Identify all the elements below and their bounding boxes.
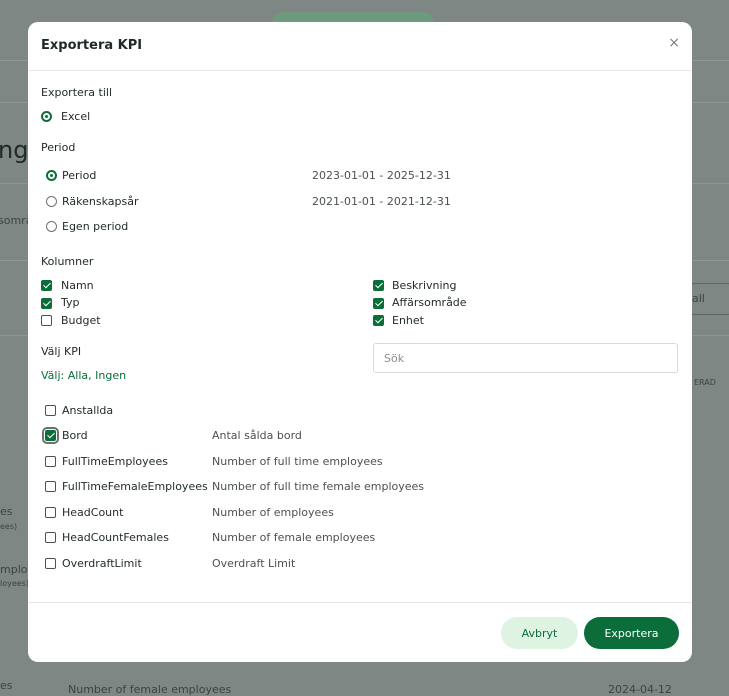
close-icon[interactable]: ×: [668, 35, 680, 51]
select-prefix: Välj:: [41, 369, 68, 382]
kpi-checkbox-headcountfemales[interactable]: [45, 532, 56, 543]
export-button[interactable]: Exportera: [584, 617, 679, 649]
excel-radio[interactable]: [41, 111, 52, 122]
fiscal-year-radio-label[interactable]: Räkenskapsår: [62, 195, 138, 208]
kpi-description: Antal sålda bord: [212, 429, 302, 442]
footer-divider: [28, 602, 692, 603]
kpi-name[interactable]: Bord: [62, 429, 88, 442]
background-text: 2024-04-12: [608, 683, 672, 696]
kpi-description: Number of female employees: [212, 531, 376, 544]
background-text: Number of female employees: [68, 683, 232, 696]
columns-label: Kolumner: [41, 255, 94, 268]
custom-period-radio-label[interactable]: Egen period: [62, 220, 128, 233]
kpi-description: Number of full time female employees: [212, 480, 425, 493]
column-type-checkbox[interactable]: [41, 298, 52, 309]
dialog-title: Exportera KPI: [41, 38, 143, 53]
dialog-header: Exportera KPI ×: [28, 22, 692, 71]
kpi-checkbox-fulltimeemployees[interactable]: [45, 456, 56, 467]
column-name-checkbox[interactable]: [41, 280, 52, 291]
export-kpi-dialog: Exportera KPI × Exportera till Excel Per…: [28, 22, 692, 662]
kpi-checkbox-headcount[interactable]: [45, 507, 56, 518]
kpi-search-input[interactable]: [373, 343, 678, 373]
kpi-name[interactable]: FullTimeEmployees: [62, 455, 168, 468]
period-radio-label[interactable]: Period: [62, 169, 96, 182]
kpi-name[interactable]: HeadCountFemales: [62, 531, 169, 544]
background-text: ERAD: [694, 378, 716, 387]
column-description-label[interactable]: Beskrivning: [392, 279, 457, 292]
period-label: Period: [41, 141, 76, 154]
column-budget-checkbox[interactable]: [41, 315, 52, 326]
kpi-description: Overdraft Limit: [212, 557, 296, 570]
kpi-checkbox-fulltimefemaleemployees[interactable]: [45, 481, 56, 492]
background-heading: ng: [0, 136, 29, 164]
cancel-button[interactable]: Avbryt: [501, 617, 578, 649]
column-unit-checkbox[interactable]: [373, 315, 384, 326]
fiscal-year-radio[interactable]: [46, 196, 57, 207]
select-all-link[interactable]: Alla: [68, 369, 88, 382]
custom-period-radio[interactable]: [46, 221, 57, 232]
column-business-area-checkbox[interactable]: [373, 298, 384, 309]
background-text: loyees): [0, 579, 29, 588]
background-text: ees): [0, 522, 18, 531]
kpi-description: Number of employees: [212, 506, 334, 519]
kpi-name[interactable]: Anstallda: [62, 404, 113, 417]
fiscal-year-range: 2021-01-01 - 2021-12-31: [312, 195, 451, 208]
kpi-name[interactable]: OverdraftLimit: [62, 557, 142, 570]
export-to-label: Exportera till: [41, 86, 113, 99]
select-links: Välj: Alla, Ingen: [41, 369, 126, 382]
kpi-checkbox-bord[interactable]: [42, 427, 59, 444]
column-type-label[interactable]: Typ: [61, 296, 80, 309]
kpi-checkbox-overdraftlimit[interactable]: [45, 558, 56, 569]
column-unit-label[interactable]: Enhet: [392, 314, 424, 327]
kpi-name[interactable]: HeadCount: [62, 506, 123, 519]
kpi-description: Number of full time employees: [212, 455, 383, 468]
select-kpi-label: Välj KPI: [41, 345, 82, 358]
kpi-name[interactable]: FullTimeFemaleEmployees: [62, 480, 208, 493]
excel-radio-label[interactable]: Excel: [61, 110, 90, 123]
period-range: 2023-01-01 - 2025-12-31: [312, 169, 451, 182]
period-radio[interactable]: [46, 170, 57, 181]
kpi-checkbox-anstallda[interactable]: [45, 405, 56, 416]
background-text: all: [692, 292, 705, 305]
column-budget-label[interactable]: Budget: [61, 314, 101, 327]
column-business-area-label[interactable]: Affärsområde: [392, 296, 467, 309]
column-description-checkbox[interactable]: [373, 280, 384, 291]
column-name-label[interactable]: Namn: [61, 279, 94, 292]
background-text: es: [0, 505, 13, 518]
select-none-link[interactable]: Ingen: [95, 369, 126, 382]
background-text: es: [0, 679, 13, 692]
